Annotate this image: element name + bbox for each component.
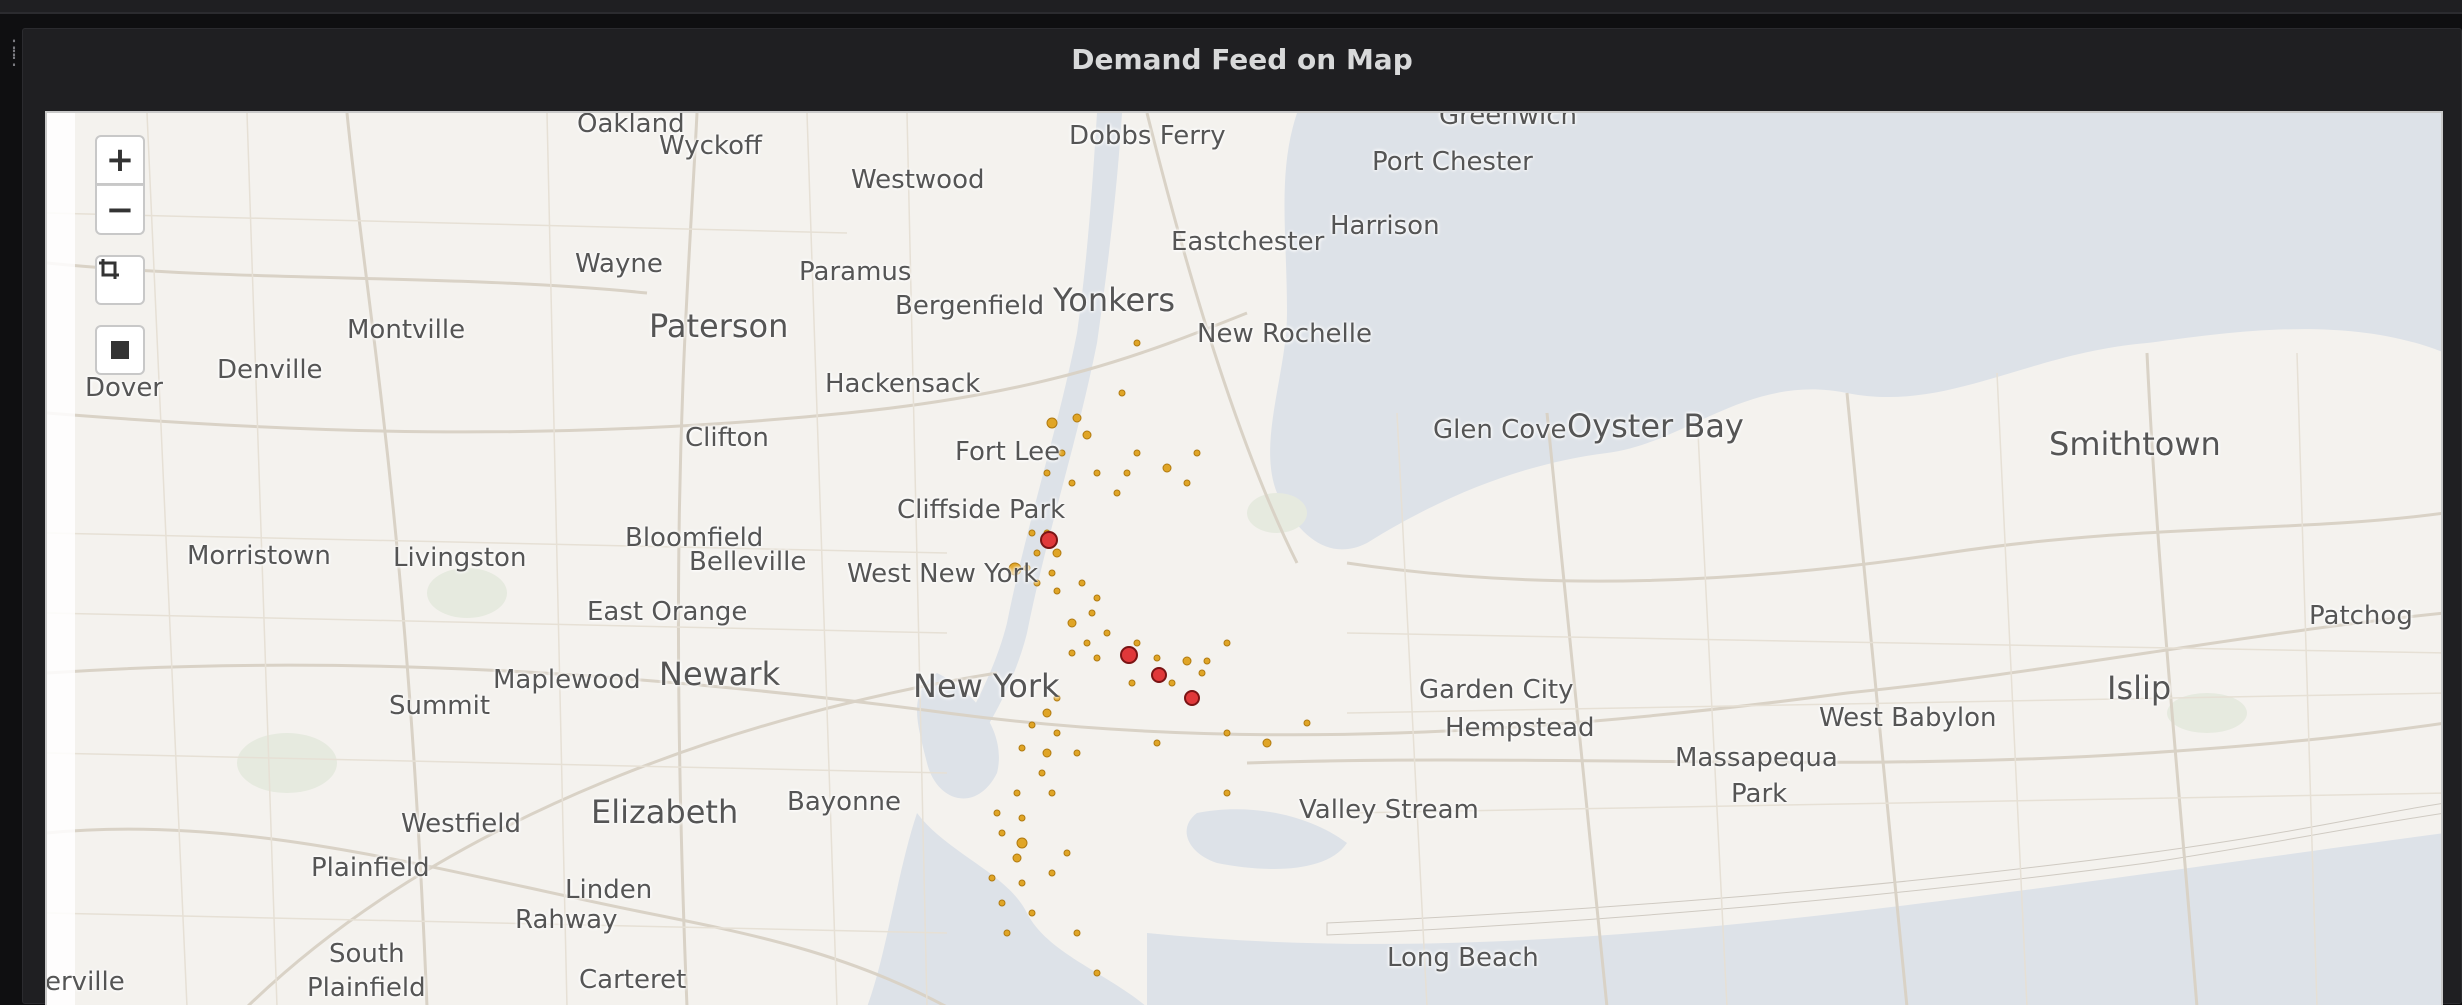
place-label: Smithtown (2049, 425, 2221, 463)
zoom-in-button[interactable]: + (95, 135, 145, 185)
place-label: Westwood (851, 165, 985, 195)
crop-button[interactable] (95, 255, 145, 305)
place-label: Summit (389, 691, 491, 721)
place-label: Oyster Bay (1567, 407, 1744, 445)
place-label: Wayne (575, 249, 663, 279)
place-label: Westfield (401, 809, 522, 839)
place-label: Hackensack (825, 369, 981, 399)
place-label: Dobbs Ferry (1069, 121, 1226, 151)
place-label: Port Chester (1372, 147, 1533, 177)
place-label: Harrison (1330, 211, 1440, 241)
place-label: Garden City (1419, 675, 1574, 705)
place-label: Hempstead (1445, 713, 1595, 743)
place-label: Cliffside Park (897, 495, 1066, 525)
map-left-edge (47, 113, 75, 1005)
place-label: Plainfield (311, 853, 430, 883)
place-label: Montville (347, 315, 466, 345)
map-view[interactable]: Oakland Wyckoff Dobbs Ferry Greenwich Po… (45, 111, 2443, 1005)
place-label: Morristown (187, 541, 331, 571)
place-label: South (329, 939, 405, 969)
place-label: New York (913, 667, 1060, 705)
crop-icon (99, 259, 119, 279)
drag-handle-icon[interactable]: ⋮ ⋮ (4, 37, 24, 72)
place-label: Elizabeth (591, 793, 739, 831)
place-label: Glen Cove (1433, 415, 1567, 445)
place-label: erville (45, 967, 125, 997)
place-label: Fort Lee (955, 437, 1061, 467)
place-label: Plainfield (307, 973, 426, 1003)
place-label: Bergenfield (895, 291, 1045, 321)
square-stop-icon (111, 341, 129, 359)
place-label: West Babylon (1819, 703, 1997, 733)
place-label: East Orange (587, 597, 748, 627)
place-label: Linden (565, 875, 653, 905)
place-label: Livingston (393, 543, 527, 573)
square-select-button[interactable] (95, 325, 145, 375)
place-label: Islip (2107, 669, 2172, 707)
place-label: Denville (217, 355, 323, 385)
place-label: Yonkers (1053, 281, 1176, 319)
place-label: New Rochelle (1197, 319, 1372, 349)
place-label: Paramus (799, 257, 912, 287)
place-label: Valley Stream (1299, 795, 1479, 825)
place-label: Eastchester (1171, 227, 1325, 257)
map-panel: Demand Feed on Map Oakland Wyckoff Dobbs… (22, 28, 2462, 1005)
place-label: Patchog (2309, 601, 2413, 631)
place-label: Massapequa (1675, 743, 1838, 773)
place-label: Belleville (689, 547, 807, 577)
place-label: Paterson (649, 307, 789, 345)
place-label: Rahway (515, 905, 618, 935)
top-bar (0, 0, 2462, 14)
place-label: West New York (847, 559, 1039, 589)
zoom-out-button[interactable]: − (95, 185, 145, 235)
place-label: Dover (85, 373, 163, 403)
place-label: Wyckoff (659, 131, 762, 161)
place-label: Long Beach (1387, 943, 1539, 973)
place-label: Maplewood (493, 665, 641, 695)
panel-title[interactable]: Demand Feed on Map (23, 43, 2461, 76)
place-label: Newark (659, 655, 781, 693)
place-label: Bayonne (787, 787, 902, 817)
place-label: Clifton (685, 423, 769, 453)
place-label: Carteret (579, 965, 687, 995)
place-label: Greenwich (1439, 111, 1577, 131)
place-label: Park (1731, 779, 1788, 809)
